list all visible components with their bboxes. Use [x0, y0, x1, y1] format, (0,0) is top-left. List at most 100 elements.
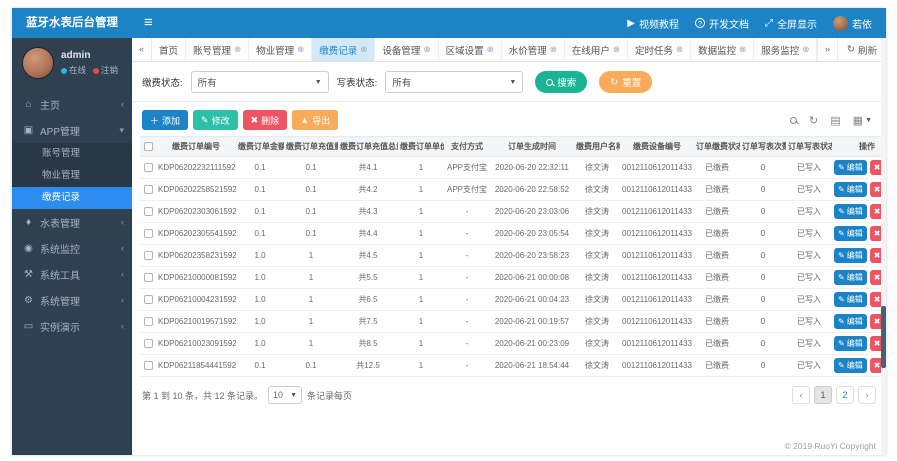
close-icon[interactable]: ⊗	[360, 44, 367, 55]
row-checkbox[interactable]	[143, 185, 153, 195]
sidebar-toggle-icon[interactable]: ≡	[132, 8, 165, 38]
tab-区域设置[interactable]: 区域设置 ⊗	[439, 38, 502, 61]
tab-在线用户[interactable]: 在线用户 ⊗	[565, 38, 628, 61]
copyright: © 2019 RuoYi Copyright	[784, 441, 876, 451]
table-list-view-icon[interactable]: ▤	[830, 114, 840, 127]
table-row: KDP062023030615926 0.1 0.1 共4.3 1-2020-06-20…	[140, 200, 886, 223]
chevron-left-icon: ‹	[121, 217, 124, 227]
sidebar-item-系统监控[interactable]: ◉ 系统监控 ‹	[12, 235, 132, 261]
sidebar-item-账号管理[interactable]: 账号管理	[12, 143, 132, 165]
cell: 0	[740, 354, 786, 377]
row-edit-button[interactable]: ✎ 编辑	[834, 204, 867, 219]
row-checkbox[interactable]	[143, 339, 153, 349]
close-icon[interactable]: ⊗	[802, 44, 809, 55]
tab-服务监控[interactable]: 服务监控 ⊗	[754, 38, 818, 61]
table-refresh-icon[interactable]: ↻	[809, 114, 818, 127]
tab-缴费记录[interactable]: 缴费记录 ⊗	[312, 38, 376, 61]
sidebar-item-水表管理[interactable]: ♦ 水表管理 ‹	[12, 209, 132, 235]
pay-status-select[interactable]: 所有 ▼	[190, 71, 329, 93]
close-icon[interactable]: ⊗	[739, 44, 746, 55]
column-header: 缴费订单金额	[236, 136, 284, 157]
column-header: 缴费订单单价	[398, 136, 444, 157]
row-checkbox[interactable]	[143, 207, 153, 217]
tabs-scroll-left-icon[interactable]: «	[132, 38, 152, 61]
close-icon[interactable]: ⊗	[613, 44, 620, 55]
tab-数据监控[interactable]: 数据监控 ⊗	[691, 38, 755, 61]
row-edit-button[interactable]: ✎ 编辑	[834, 314, 867, 329]
tab-账号管理[interactable]: 账号管理 ⊗	[186, 38, 250, 61]
close-icon[interactable]: ⊗	[550, 44, 557, 55]
row-checkbox[interactable]	[143, 295, 153, 305]
search-button[interactable]: 搜索	[535, 71, 588, 93]
cell: -	[444, 354, 490, 377]
row-edit-button[interactable]: ✎ 编辑	[834, 358, 867, 373]
table-row: KDP062023055415926 0.1 0.1 共4.4 1-2020-06-20…	[140, 222, 886, 245]
row-checkbox[interactable]	[143, 229, 153, 239]
table-search-icon[interactable]	[790, 116, 798, 124]
cell: 徐文涛	[574, 156, 620, 179]
cell: 0	[740, 310, 786, 333]
cell: 徐文涛	[574, 200, 620, 223]
write-status-select[interactable]: 所有 ▼	[385, 71, 524, 93]
tab-定时任务[interactable]: 定时任务 ⊗	[628, 38, 692, 61]
row-edit-button[interactable]: ✎ 编辑	[834, 292, 867, 307]
tab-refresh-button[interactable]: ↻ 刷新	[837, 38, 886, 61]
row-edit-button[interactable]: ✎ 编辑	[834, 336, 867, 351]
tabs-scroll-right-icon[interactable]: »	[817, 38, 837, 61]
row-checkbox[interactable]	[143, 163, 153, 173]
topbar-link-fullscreen[interactable]: ⤢ 全屏显示	[765, 16, 817, 31]
cell: 0.1	[284, 222, 338, 245]
close-icon[interactable]: ⊗	[676, 44, 683, 55]
row-edit-button[interactable]: ✎ 编辑	[834, 160, 867, 175]
row-edit-button[interactable]: ✎ 编辑	[834, 182, 867, 197]
row-edit-button[interactable]: ✎ 编辑	[834, 248, 867, 263]
row-edit-label: 编辑	[846, 163, 863, 172]
plus-icon: ＋	[150, 115, 160, 126]
tab-物业管理[interactable]: 物业管理 ⊗	[249, 38, 313, 61]
row-checkbox[interactable]	[143, 273, 153, 283]
sidebar-item-系统管理[interactable]: ⚙ 系统管理 ‹	[12, 287, 132, 313]
avatar[interactable]	[22, 47, 54, 79]
app-window: 蓝牙水表后台管理 admin 在线 注销 ⌂ 主页 ‹ ▣ APP管理 ▾ 账号管理 物业管理…	[12, 8, 886, 455]
sidebar-item-物业管理[interactable]: 物业管理	[12, 165, 132, 187]
sidebar-item-APP管理[interactable]: ▣ APP管理 ▾	[12, 117, 132, 143]
scrollbar-thumb[interactable]	[881, 306, 886, 368]
page-button-2[interactable]: 2	[836, 386, 854, 404]
table-columns-icon[interactable]: ▦ ▼	[853, 114, 872, 127]
row-edit-label: 编辑	[846, 251, 863, 260]
delete-button[interactable]: ✖ 删除	[242, 110, 288, 130]
page-size-select[interactable]: 10 ▼	[268, 386, 303, 404]
tab-设备管理[interactable]: 设备管理 ⊗	[375, 38, 439, 61]
prev-page-button[interactable]: ‹	[792, 386, 810, 404]
reset-icon: ↻	[610, 76, 619, 88]
row-checkbox[interactable]	[143, 317, 153, 327]
row-edit-button[interactable]: ✎ 编辑	[834, 226, 867, 241]
row-edit-label: 编辑	[846, 361, 863, 370]
close-icon[interactable]: ⊗	[487, 44, 494, 55]
sidebar-item-缴费记录[interactable]: 缴费记录	[12, 187, 132, 209]
sidebar-item-实例演示[interactable]: ▭ 实例演示 ‹	[12, 313, 132, 339]
sidebar-item-主页[interactable]: ⌂ 主页 ‹	[12, 91, 132, 117]
row-edit-button[interactable]: ✎ 编辑	[834, 270, 867, 285]
next-page-button[interactable]: ›	[858, 386, 876, 404]
topbar-link-video[interactable]: ▶ 视频教程	[627, 16, 679, 31]
row-checkbox[interactable]	[143, 361, 153, 371]
sidebar-item-系统工具[interactable]: ⚒ 系统工具 ‹	[12, 261, 132, 287]
select-all-checkbox[interactable]	[143, 142, 153, 152]
row-select-cell	[140, 332, 156, 355]
table-row: KDP062022585215926 0.1 0.1 共4.2 1 APP支付宝 2020-…	[140, 178, 886, 201]
row-checkbox[interactable]	[143, 251, 153, 261]
page-button-1[interactable]: 1	[814, 386, 832, 404]
topbar-link-question[interactable]: ? 开发文档	[695, 16, 749, 31]
tab-首页[interactable]: 首页	[152, 38, 186, 61]
close-icon[interactable]: ⊗	[234, 44, 241, 55]
topbar-user[interactable]: 若依	[833, 15, 872, 31]
reset-button[interactable]: ↻ 重置	[599, 71, 653, 93]
logout-link[interactable]: 注销	[93, 64, 118, 76]
export-button[interactable]: ▲ 导出	[292, 110, 339, 130]
add-button[interactable]: ＋添加	[142, 110, 189, 130]
close-icon[interactable]: ⊗	[297, 44, 304, 55]
close-icon[interactable]: ⊗	[423, 44, 430, 55]
edit-button[interactable]: ✎ 修改	[193, 110, 238, 130]
tab-水价管理[interactable]: 水价管理 ⊗	[502, 38, 565, 61]
